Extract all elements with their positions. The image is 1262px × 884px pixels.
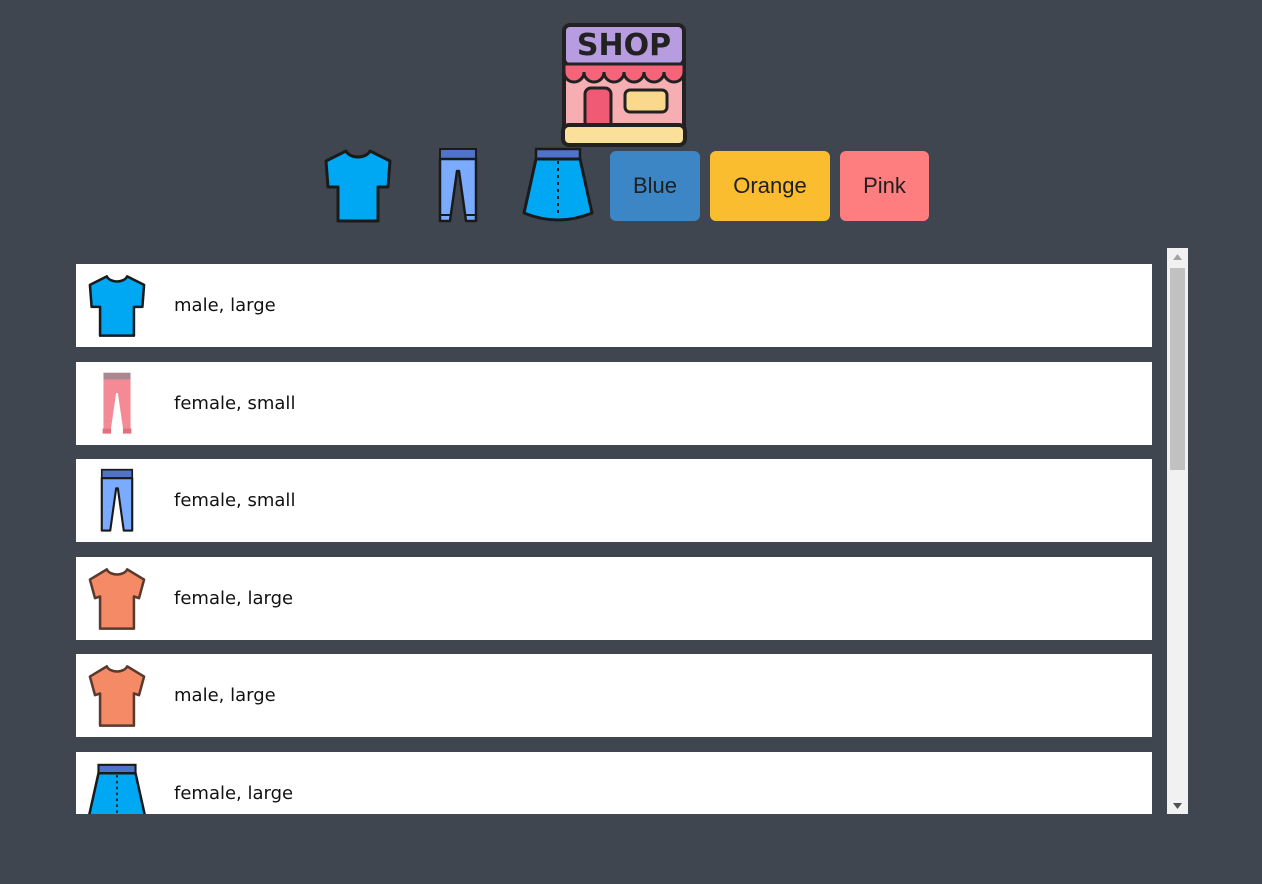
- list-item[interactable]: female, large: [76, 557, 1152, 640]
- list-item[interactable]: male, large: [76, 654, 1152, 737]
- list-item[interactable]: female, small: [76, 459, 1152, 542]
- list-item[interactable]: female, large: [76, 752, 1152, 814]
- scroll-up-arrow-icon[interactable]: [1167, 248, 1188, 265]
- list-item[interactable]: female, small: [76, 362, 1152, 445]
- blue-tshirt-icon: [85, 273, 149, 339]
- shop-logo-text: SHOP: [577, 28, 671, 63]
- item-description: female, large: [174, 783, 294, 804]
- item-description: male, large: [174, 295, 276, 316]
- tshirt-filter-icon[interactable]: [318, 146, 398, 226]
- scrollbar-thumb[interactable]: [1170, 268, 1185, 470]
- filter-bar: Blue Orange Pink: [318, 146, 939, 226]
- scroll-down-arrow-icon[interactable]: [1167, 797, 1188, 814]
- list-scrollbar[interactable]: [1167, 248, 1188, 814]
- orange-tshirt-icon: [85, 663, 149, 729]
- pink-filter-button[interactable]: Pink: [840, 151, 929, 221]
- jeans-filter-icon[interactable]: [418, 146, 498, 226]
- item-description: female, small: [174, 393, 296, 414]
- pink-pants-icon: [85, 371, 149, 437]
- orange-filter-button[interactable]: Orange: [710, 151, 830, 221]
- item-description: male, large: [174, 685, 276, 706]
- orange-tshirt-icon: [85, 566, 149, 632]
- product-list-container: male, large female, small female, small …: [75, 248, 1188, 814]
- item-description: female, small: [174, 490, 296, 511]
- product-list[interactable]: male, large female, small female, small …: [75, 248, 1153, 814]
- blue-skirt-icon: [85, 763, 149, 814]
- blue-filter-button[interactable]: Blue: [610, 151, 700, 221]
- list-item[interactable]: male, large: [76, 264, 1152, 347]
- shop-logo-icon: SHOP: [561, 22, 687, 148]
- item-description: female, large: [174, 588, 294, 609]
- blue-jeans-icon: [85, 468, 149, 534]
- skirt-filter-icon[interactable]: [518, 146, 598, 226]
